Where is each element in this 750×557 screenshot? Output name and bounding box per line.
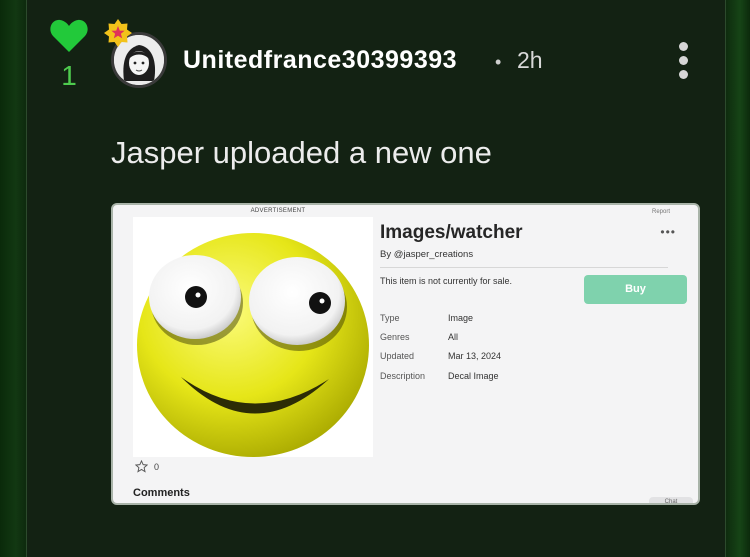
detail-key-type: Type [380, 313, 400, 323]
detail-value-updated: Mar 13, 2024 [448, 351, 502, 361]
separator-dot: • [495, 52, 502, 72]
left-background-strip [0, 0, 26, 557]
detail-value-type: Image [448, 313, 474, 323]
sale-status: This item is not currently for sale. [380, 276, 513, 286]
favorite-count: 0 [154, 462, 160, 472]
post-text: Jasper uploaded a new one [111, 135, 492, 170]
attached-screenshot[interactable]: ADVERTISEMENT Report Images/watcher By @… [111, 203, 700, 505]
more-options-icon[interactable] [675, 42, 691, 82]
buy-button: Buy [584, 275, 687, 304]
item-thumbnail [133, 217, 373, 457]
star-icon [135, 460, 148, 473]
comments-heading: Comments [133, 487, 190, 499]
post-card: 1 Unitedfrance30399393 • 2h Jasper uploa… [26, 0, 726, 557]
detail-key-genres: Genres [380, 332, 410, 342]
advertisement-label: ADVERTISEMENT [250, 208, 306, 214]
right-background-strip [725, 0, 750, 557]
username[interactable]: Unitedfrance30399393 [183, 46, 457, 75]
detail-key-updated: Updated [380, 351, 415, 361]
item-title: Images/watcher [380, 222, 523, 243]
chat-tab: Chat [649, 497, 693, 503]
divider [380, 267, 668, 268]
heart-icon[interactable] [49, 18, 89, 54]
smiley-face-image [137, 233, 369, 457]
item-menu-icon: ••• [660, 225, 676, 239]
achievement-badge-icon [104, 19, 132, 47]
detail-value-genres: All [448, 332, 459, 342]
detail-key-description: Description [380, 371, 426, 381]
detail-value-description: Decal Image [448, 371, 499, 381]
post-time: 2h [517, 47, 543, 73]
like-count: 1 [61, 60, 77, 91]
item-creator: By @jasper_creations [380, 249, 474, 260]
report-link: Report [651, 209, 670, 215]
